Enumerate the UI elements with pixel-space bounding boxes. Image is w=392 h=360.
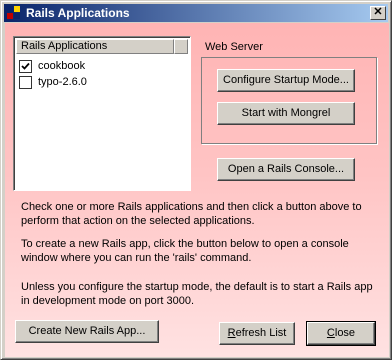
close-icon[interactable]: ✕: [370, 6, 386, 20]
title-bar[interactable]: Rails Applications ✕: [4, 4, 388, 22]
checkbox-unchecked[interactable]: [19, 75, 32, 89]
applications-list[interactable]: Rails Applications cookbook typo-2.6.0: [13, 36, 191, 191]
window-title: Rails Applications: [26, 6, 130, 20]
checkbox-checked[interactable]: [19, 59, 32, 73]
instruction-text: To create a new Rails app, click the but…: [21, 238, 349, 264]
refresh-list-button[interactable]: Refresh List: [219, 322, 295, 345]
web-server-group-label: Web Server: [205, 41, 263, 53]
app-icon: [7, 6, 21, 20]
instruction-text: Unless you configure the startup mode, t…: [21, 281, 373, 307]
rails-applications-window: Rails Applications ✕ Rails Applications …: [0, 0, 392, 360]
list-item[interactable]: typo-2.6.0: [19, 74, 87, 90]
configure-startup-mode-button[interactable]: Configure Startup Mode...: [217, 69, 355, 92]
open-rails-console-button[interactable]: Open a Rails Console...: [217, 158, 355, 181]
close-label: lose: [334, 327, 356, 339]
column-header-filler: [174, 39, 188, 54]
checkmark-icon: [21, 62, 30, 70]
refresh-label: efresh List: [235, 327, 287, 339]
client-area: Rails Applications cookbook typo-2.6.0 W…: [5, 23, 389, 357]
close-button[interactable]: Close: [306, 321, 376, 346]
create-new-rails-app-button[interactable]: Create New Rails App...: [15, 320, 159, 343]
list-item[interactable]: cookbook: [19, 58, 85, 74]
start-with-mongrel-button[interactable]: Start with Mongrel: [217, 102, 355, 125]
column-header-applications[interactable]: Rails Applications: [16, 39, 174, 54]
list-item-label: cookbook: [38, 60, 86, 72]
refresh-accelerator: R: [227, 327, 236, 339]
list-item-label: typo-2.6.0: [38, 76, 87, 88]
close-accelerator: C: [326, 327, 335, 339]
instruction-text: Check one or more Rails applications and…: [21, 201, 362, 227]
list-header: Rails Applications: [16, 39, 188, 54]
